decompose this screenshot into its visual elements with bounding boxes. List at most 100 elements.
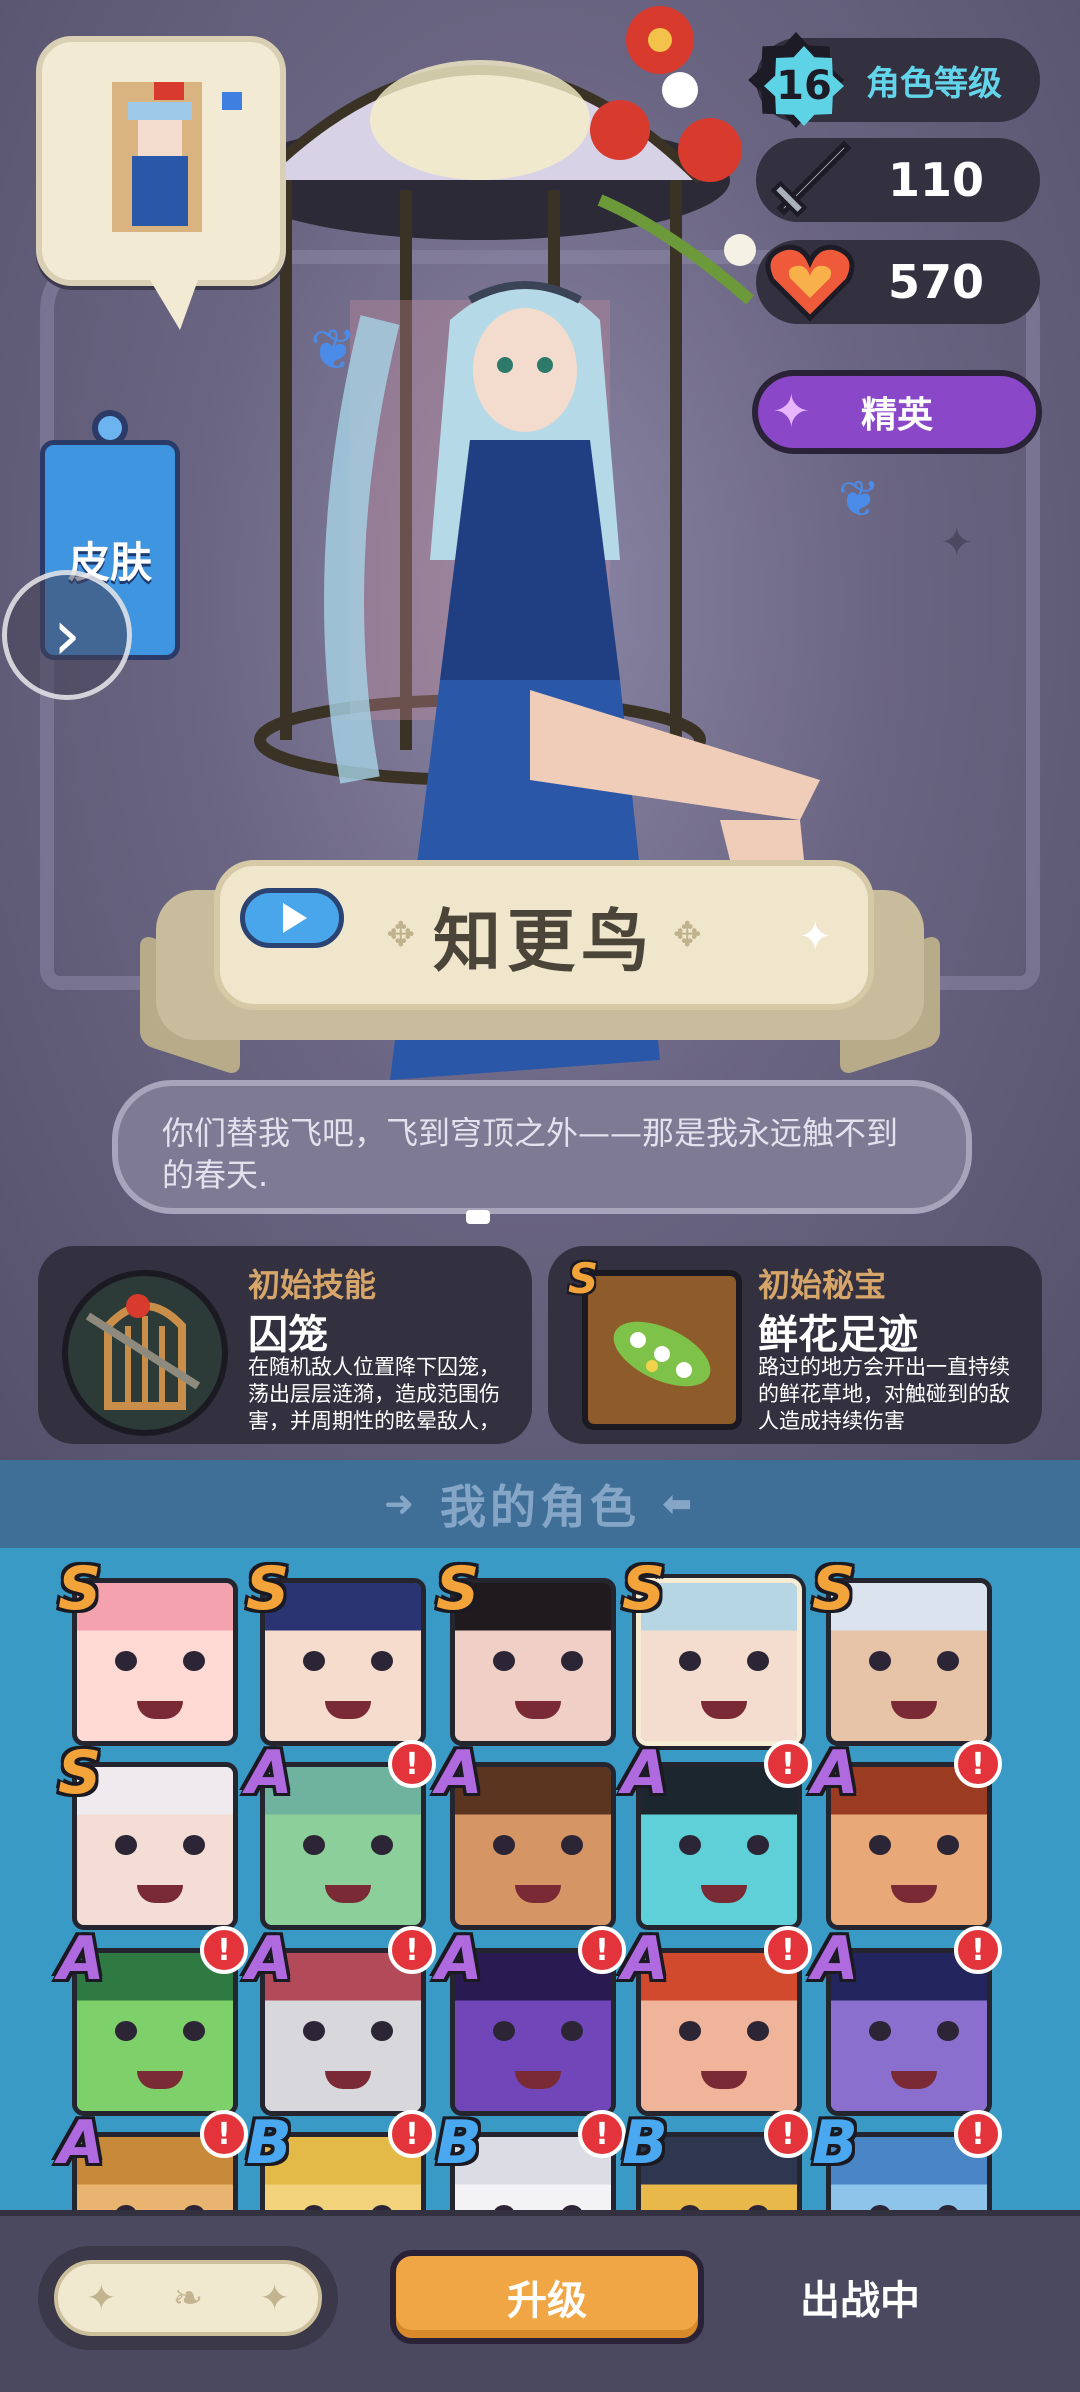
skill-title: 囚笼: [248, 1312, 328, 1358]
alert-badge-icon: !: [388, 1740, 436, 1788]
my-roles-header: ➜ 我的角色 ⬅: [0, 1460, 1080, 1548]
treasure-rank: S: [568, 1254, 599, 1303]
alert-badge-icon: !: [954, 1740, 1002, 1788]
cage-skill-icon: [62, 1270, 228, 1436]
quote-pointer: [466, 1210, 490, 1224]
level-pill: 16 角色等级: [748, 32, 1040, 128]
role-eyes: [115, 2021, 205, 2041]
character-quote: 你们替我飞吧，飞到穹顶之外——那是我永远触不到的春天.: [112, 1080, 972, 1214]
treasure-description: 路过的地方会开出一直持续的鲜花草地，对触碰到的敌人造成持续伤害: [758, 1355, 1010, 1433]
role-rank: S: [622, 1554, 666, 1624]
ornament-icon: ✥: [673, 915, 702, 955]
role-eyes: [303, 1835, 393, 1855]
role-eyes: [869, 2021, 959, 2041]
role-rank: S: [436, 1554, 480, 1624]
role-rank: S: [58, 1554, 102, 1624]
sparkle-icon: ✦: [798, 914, 832, 960]
leaf-ornament-icon: ❧: [172, 2277, 204, 2319]
alert-badge-icon: !: [578, 1926, 626, 1974]
alert-badge-icon: !: [388, 2110, 436, 2158]
role-rank: A: [58, 2108, 105, 2178]
butterfly-icon: ❦: [838, 470, 880, 528]
alert-badge-icon: !: [388, 1926, 436, 1974]
alert-badge-icon: !: [764, 1926, 812, 1974]
ornament-icon: ✥: [386, 915, 415, 955]
alert-badge-icon: !: [200, 1926, 248, 1974]
alert-badge-icon: !: [578, 2110, 626, 2158]
sparkle-icon: ✦: [86, 2277, 117, 2319]
role-rank: B: [812, 2108, 858, 2178]
deployed-status: 出战中: [800, 2278, 920, 2324]
switch-inner: ✦ ❧ ✦: [54, 2260, 322, 2336]
role-eyes: [493, 1651, 583, 1671]
my-roles-title: 我的角色: [440, 1480, 640, 1534]
role-rank: A: [436, 1924, 483, 1994]
role-eyes: [303, 1651, 393, 1671]
role-rank: B: [622, 2108, 668, 2178]
role-rank: A: [246, 1738, 293, 1808]
role-rank: A: [622, 1738, 669, 1808]
role-eyes: [493, 1835, 583, 1855]
role-rank: A: [58, 1924, 105, 1994]
health-value: 570: [887, 255, 984, 309]
sparkle-icon: ✦: [772, 384, 811, 438]
pixel-avatar: [112, 82, 242, 232]
treasure-kind: 初始秘宝: [758, 1266, 887, 1304]
upgrade-button[interactable]: 升级: [390, 2250, 704, 2344]
alert-badge-icon: !: [200, 2110, 248, 2158]
play-icon: [283, 903, 307, 933]
role-rank: S: [246, 1554, 290, 1624]
sparkle-icon: ✦: [940, 520, 974, 566]
alert-badge-icon: !: [764, 1740, 812, 1788]
roles-grid: S S S S S S A! A A! A! A! A! A! A! A! A! B! B! B! B!: [0, 1548, 1080, 2210]
role-rank: B: [246, 2108, 292, 2178]
treasure-title: 鲜花足迹: [758, 1312, 918, 1358]
role-rank: S: [812, 1554, 856, 1624]
alert-badge-icon: !: [954, 1926, 1002, 1974]
health-pill: 570: [756, 240, 1040, 324]
role-rank: B: [436, 2108, 482, 2178]
role-eyes: [869, 1835, 959, 1855]
level-value: 16: [776, 63, 832, 109]
skill-kind: 初始技能: [248, 1266, 377, 1304]
skin-switch-button[interactable]: ✦ ❧ ✦: [38, 2246, 338, 2350]
level-badge: 16: [764, 46, 844, 126]
role-rank: S: [58, 1738, 102, 1808]
skill-description: 在随机敌人位置降下囚笼，荡出层层涟漪，造成范围伤害，并周期性的眩晕敌人，: [248, 1355, 500, 1433]
role-eyes: [493, 2021, 583, 2041]
role-eyes: [869, 1651, 959, 1671]
role-rank: A: [812, 1738, 859, 1808]
role-eyes: [679, 1651, 769, 1671]
role-eyes: [115, 1835, 205, 1855]
initial-skill-card[interactable]: 初始技能 囚笼 在随机敌人位置降下囚笼，荡出层层涟漪，造成范围伤害，并周期性的眩…: [38, 1246, 532, 1444]
quote-text: 你们替我飞吧，飞到穹顶之外——那是我永远触不到的春天.: [162, 1114, 899, 1194]
play-voice-button[interactable]: [240, 888, 344, 948]
sword-icon: [770, 140, 852, 218]
pixel-avatar-card[interactable]: [36, 36, 286, 286]
role-rank: A: [812, 1924, 859, 1994]
speech-bubble-tail: [150, 280, 198, 330]
alert-badge-icon: !: [954, 2110, 1002, 2158]
heart-icon: [765, 244, 855, 322]
initial-treasure-card[interactable]: S 初始秘宝 鲜花足迹 路过的地方会开出一直持续的鲜花草地，对触碰到的敌人造成持…: [548, 1246, 1042, 1444]
role-eyes: [115, 1651, 205, 1671]
role-eyes: [679, 1835, 769, 1855]
arrow-right-icon: ➜: [383, 1483, 418, 1525]
rarity-badge: ✦ 精英: [752, 370, 1042, 454]
role-eyes: [303, 2021, 393, 2041]
level-label: 角色等级: [866, 63, 1002, 104]
attack-value: 110: [887, 153, 984, 207]
attack-pill: 110: [756, 138, 1040, 222]
role-rank: A: [246, 1924, 293, 1994]
character-name: 知更鸟: [432, 902, 655, 982]
role-rank: A: [436, 1738, 483, 1808]
sparkle-icon: ✦: [259, 2277, 290, 2319]
arrow-left-icon: ⬅: [662, 1483, 697, 1525]
rarity-label: 精英: [860, 395, 933, 436]
butterfly-icon: ❦: [310, 318, 357, 383]
alert-badge-icon: !: [764, 2110, 812, 2158]
chevron-right-icon[interactable]: ›: [2, 570, 132, 700]
flower-treasure-icon: [582, 1270, 742, 1430]
role-eyes: [679, 2021, 769, 2041]
role-rank: A: [622, 1924, 669, 1994]
